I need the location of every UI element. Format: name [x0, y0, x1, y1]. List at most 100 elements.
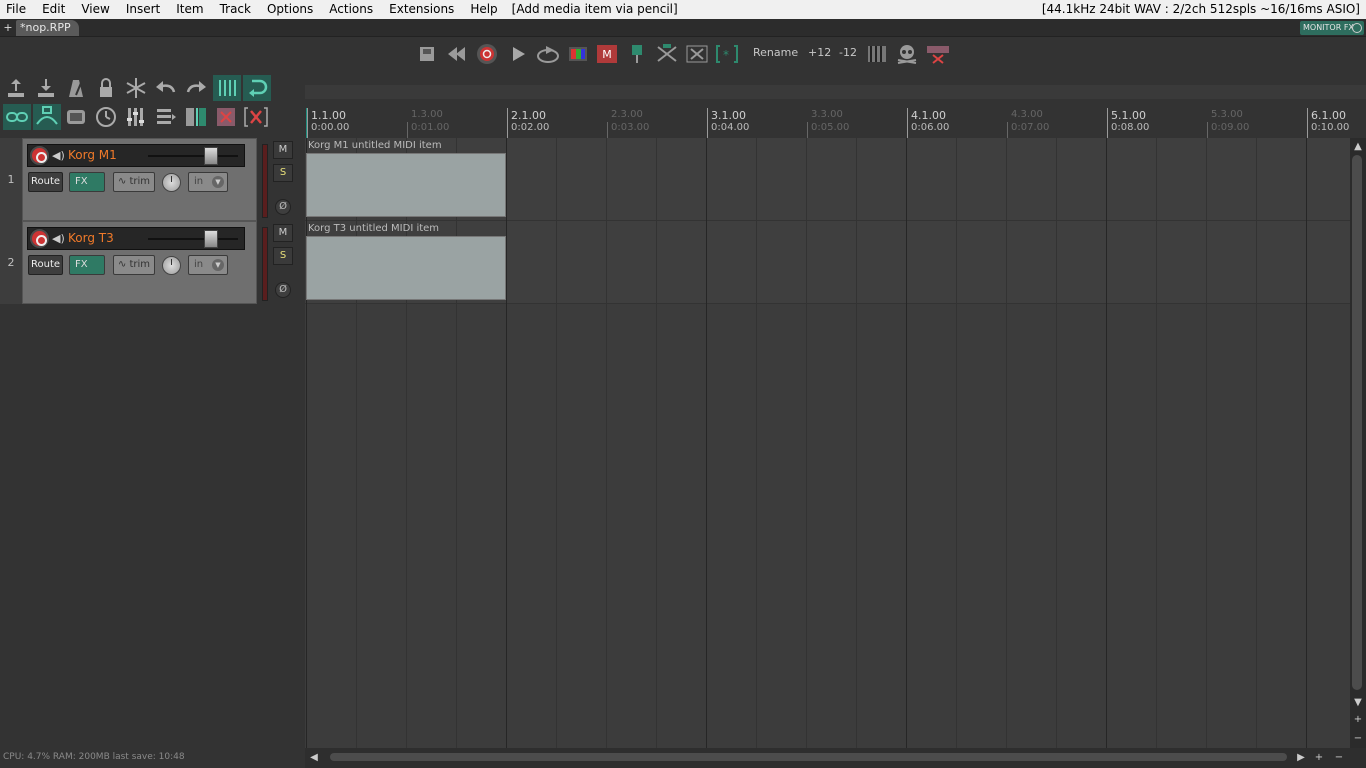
volume-fader-track[interactable]: [148, 238, 238, 240]
grid-icon[interactable]: [213, 75, 241, 101]
speaker-icon[interactable]: ◀): [52, 232, 65, 245]
mute-button[interactable]: M: [273, 141, 293, 159]
lock-icon[interactable]: [93, 75, 119, 101]
rename-button[interactable]: Rename: [753, 45, 798, 61]
zoom-out-horizontal-icon[interactable]: −: [1332, 751, 1346, 765]
fx-button[interactable]: FX: [69, 255, 105, 275]
menu-help[interactable]: Help: [462, 0, 505, 19]
route-button[interactable]: Route: [28, 255, 63, 275]
pan-knob[interactable]: [162, 173, 181, 192]
input-monitor-button[interactable]: in ▼: [188, 172, 228, 192]
menu-view[interactable]: View: [73, 0, 117, 19]
transpose-up-button[interactable]: +12: [808, 45, 831, 61]
undo-icon[interactable]: [153, 75, 179, 101]
play-icon[interactable]: [508, 44, 528, 64]
m-button[interactable]: M: [597, 45, 617, 63]
fx-button[interactable]: FX: [69, 172, 105, 192]
close-box-icon[interactable]: [213, 104, 239, 130]
color-icon[interactable]: [567, 44, 589, 64]
loop-play-icon[interactable]: [536, 44, 560, 64]
phase-invert-button[interactable]: Ø: [275, 199, 291, 215]
loop-icon[interactable]: [243, 75, 271, 101]
menu-file[interactable]: File: [0, 0, 34, 19]
phase-invert-button[interactable]: Ø: [275, 282, 291, 298]
volume-fader-knob[interactable]: [204, 230, 218, 248]
scroll-left-icon[interactable]: ◀: [307, 751, 321, 765]
save-icon[interactable]: [416, 44, 438, 64]
track-name[interactable]: Korg T3: [68, 231, 114, 245]
audio-status[interactable]: [44.1kHz 24bit WAV : 2/2ch 512spls ~16/1…: [1042, 0, 1360, 19]
mixer-icon[interactable]: [123, 104, 149, 130]
close-x-icon[interactable]: [243, 104, 269, 130]
piano-icon[interactable]: [866, 44, 888, 64]
timeline-ruler[interactable]: 1.1.00 0:00.00 1.3.00 0:01.00 2.1.00 0:02.00 2…: [305, 108, 1355, 138]
menu-track[interactable]: Track: [212, 0, 259, 19]
project-tab[interactable]: *nop.RPP: [16, 20, 79, 36]
clock-icon[interactable]: [93, 104, 119, 130]
arrange-view[interactable]: Korg M1 untitled MIDI item Korg T3 untitl…: [305, 138, 1350, 748]
track-header[interactable]: 2 ◀) Korg T3 Route FX ∿ trim in ▼ M S Ø: [0, 221, 300, 304]
rewind-icon[interactable]: [446, 44, 468, 64]
scroll-right-icon[interactable]: ▶: [1294, 751, 1308, 765]
scroll-down-icon[interactable]: ▼: [1351, 696, 1365, 710]
solo-button[interactable]: S: [273, 247, 293, 265]
vertical-scroll-thumb[interactable]: [1352, 155, 1362, 690]
midi-item[interactable]: Korg T3 untitled MIDI item: [306, 222, 506, 302]
input-monitor-button[interactable]: in ▼: [188, 255, 228, 275]
menu-item[interactable]: Item: [168, 0, 211, 19]
list-icon[interactable]: [153, 104, 179, 130]
monitor-fx-button[interactable]: MONITOR FX: [1300, 21, 1364, 35]
crossfade-icon[interactable]: [926, 44, 950, 64]
route-button[interactable]: Route: [28, 172, 63, 192]
link-icon[interactable]: [3, 104, 31, 130]
ripple-icon[interactable]: [33, 104, 61, 130]
horizontal-scroll-thumb[interactable]: [330, 753, 1287, 761]
ruler-bar-label: 2.1.00: [511, 109, 546, 122]
metronome-icon[interactable]: [63, 75, 89, 101]
mute-button[interactable]: M: [273, 224, 293, 242]
split-icon[interactable]: [183, 104, 209, 130]
grid-line: [1206, 138, 1207, 748]
redo-icon[interactable]: [183, 75, 209, 101]
menu-extensions[interactable]: Extensions: [381, 0, 462, 19]
marker-icon[interactable]: [628, 44, 646, 64]
speaker-icon[interactable]: ◀): [52, 149, 65, 162]
midi-item[interactable]: Korg M1 untitled MIDI item: [306, 139, 506, 219]
zoom-in-horizontal-icon[interactable]: +: [1312, 751, 1326, 765]
track-name[interactable]: Korg M1: [68, 148, 117, 162]
cut-icon[interactable]: [655, 44, 679, 64]
menu-insert[interactable]: Insert: [118, 0, 168, 19]
zoom-in-vertical-icon[interactable]: +: [1351, 713, 1365, 727]
freeze-icon[interactable]: [123, 75, 149, 101]
volume-fader-knob[interactable]: [204, 147, 218, 165]
volume-fader-track[interactable]: [148, 155, 238, 157]
bracket-icon[interactable]: *: [715, 44, 739, 64]
track-header[interactable]: 1 ◀) Korg M1 Route FX ∿ trim in ▼ M S Ø: [0, 138, 300, 221]
import-up-icon[interactable]: [3, 75, 29, 101]
automation-trim-button[interactable]: ∿ trim: [113, 172, 155, 192]
record-arm-button[interactable]: [30, 146, 49, 165]
automation-trim-button[interactable]: ∿ trim: [113, 255, 155, 275]
monitor-icon[interactable]: [63, 104, 89, 130]
pan-knob[interactable]: [162, 256, 181, 275]
chevron-down-icon: ▼: [212, 176, 224, 188]
import-down-icon[interactable]: [33, 75, 59, 101]
skull-icon[interactable]: [896, 44, 918, 64]
menu-actions[interactable]: Actions: [321, 0, 381, 19]
input-label: in: [194, 259, 204, 270]
solo-button[interactable]: S: [273, 164, 293, 182]
ruler-bar-label: 4.3.00: [1011, 109, 1043, 120]
record-arm-button[interactable]: [30, 229, 49, 248]
record-icon[interactable]: [476, 44, 498, 64]
add-tab-button[interactable]: +: [2, 21, 14, 35]
midi-item-body[interactable]: [306, 153, 506, 217]
menu-edit[interactable]: Edit: [34, 0, 73, 19]
scroll-up-icon[interactable]: ▲: [1351, 140, 1365, 154]
x-split-icon[interactable]: [685, 44, 709, 64]
menu-options[interactable]: Options: [259, 0, 321, 19]
transpose-down-button[interactable]: -12: [839, 45, 857, 61]
midi-item-body[interactable]: [306, 236, 506, 300]
zoom-out-vertical-icon[interactable]: −: [1351, 732, 1365, 746]
track-control-panel: 1 ◀) Korg M1 Route FX ∿ trim in ▼ M S Ø 2 ◀) Korg T3 R…: [0, 138, 305, 748]
region-strip[interactable]: [305, 85, 1366, 99]
